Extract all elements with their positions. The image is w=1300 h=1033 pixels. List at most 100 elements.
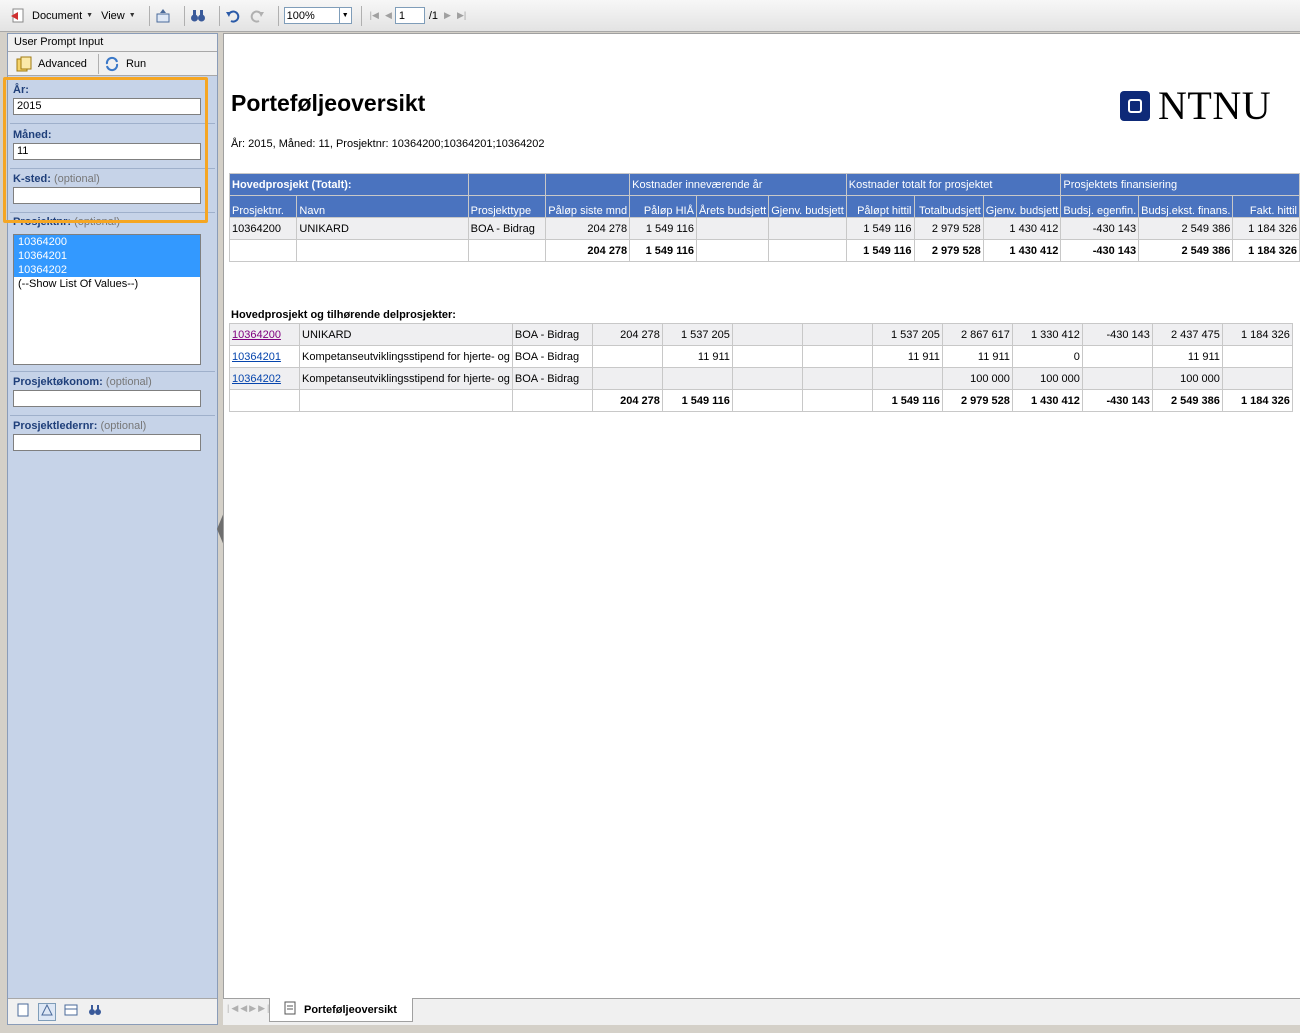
toolbar-divider (97, 53, 99, 74)
column-header: Årets budsjett (695, 195, 770, 218)
table-cell (801, 367, 873, 390)
tab-scroll-arrows[interactable]: |◀◀▶▶| (227, 1003, 271, 1014)
column-header: Navn (296, 195, 469, 218)
prompts-view-button[interactable] (38, 1002, 56, 1021)
column-header: Fakt. hittil (1232, 195, 1300, 218)
group-header-empty (467, 173, 547, 196)
group-header: Kostnader inneværende år (629, 173, 847, 196)
table-cell: 100 000 (1011, 367, 1083, 390)
page-total: /1 (428, 9, 439, 22)
column-header: Budsj. egenfin. (1060, 195, 1140, 218)
ntnu-logo-text: NTNU (1158, 83, 1272, 128)
first-page-icon[interactable]: |◀ (370, 10, 379, 21)
table-cell (229, 389, 300, 412)
total-row: 204 278 1 549 116 1 549 116 2 979 528 1 430 … (228, 239, 1300, 262)
export-button[interactable] (155, 5, 171, 27)
tab-label: Porteføljeoversikt (304, 1003, 397, 1016)
prosjektledernr-label-text: Prosjektledernr: (13, 420, 98, 432)
highlight-box (3, 77, 208, 223)
table-cell (801, 323, 873, 346)
structure-view-button[interactable] (62, 1003, 80, 1021)
page-number-input[interactable]: 1 (394, 7, 425, 24)
project-link[interactable]: 10364200 (232, 329, 281, 341)
prosjektnr-listbox[interactable]: 10364200 10364201 10364202 (--Show List … (13, 234, 201, 365)
table-cell: 1 549 116 (629, 239, 697, 262)
toolbar-divider (183, 5, 185, 26)
table-cell: 10364200 (228, 217, 298, 240)
search-view-button[interactable] (86, 1003, 104, 1021)
group-header: Prosjektets finansiering (1060, 173, 1300, 196)
project-link[interactable]: 10364202 (232, 373, 281, 385)
chevron-down-icon[interactable]: ▼ (339, 7, 352, 24)
find-button[interactable] (190, 5, 206, 27)
table-cell (695, 217, 770, 240)
binoculars-icon (88, 1003, 102, 1020)
divider (10, 371, 215, 372)
table-cell: 1 537 205 (661, 323, 733, 346)
column-header: Gjenv. budsjett (982, 195, 1062, 218)
main-toolbar: Document ▼ View ▼ 100% ▼ |◀ ◀ 1 /1 ▶ ▶| (0, 0, 1300, 32)
ntnu-logo-mark (1120, 90, 1150, 121)
table-cell: 1 549 116 (629, 217, 697, 240)
next-page-icon[interactable]: ▶ (444, 10, 451, 21)
summary-table: Hovedprosjekt (Totalt): Kostnader innevæ… (228, 173, 1300, 262)
document-icon (10, 8, 26, 24)
prompt-toolbar: Advanced Run (8, 52, 217, 76)
table-cell: 1 549 116 (845, 217, 915, 240)
prosjektokonom-label-text: Prosjektøkonom: (13, 376, 103, 388)
table-cell: -430 143 (1060, 217, 1140, 240)
table-cell: 11 911 (1151, 345, 1223, 368)
table-cell: -430 143 (1081, 389, 1153, 412)
table-cell (768, 239, 847, 262)
project-link[interactable]: 10364201 (232, 351, 281, 363)
advanced-button[interactable]: Advanced (16, 56, 87, 72)
undo-icon (225, 8, 241, 24)
table-cell (1081, 367, 1153, 390)
redo-button[interactable] (249, 5, 265, 27)
table-cell: -430 143 (1081, 323, 1153, 346)
undo-button[interactable] (225, 5, 241, 27)
list-item[interactable]: 10364200 (14, 235, 200, 249)
report-parameters: År: 2015, Måned: 11, Prosjektnr: 1036420… (231, 138, 545, 150)
document-menu[interactable]: Document ▼ (10, 5, 93, 27)
prosjektokonom-input[interactable] (13, 390, 201, 407)
prosjektokonom-field: Prosjektøkonom: (optional) (13, 376, 201, 407)
column-header: Totalbudsjett (913, 195, 984, 218)
list-item[interactable]: 10364201 (14, 249, 200, 263)
table-cell (511, 389, 593, 412)
last-page-icon[interactable]: ▶| (457, 10, 466, 21)
view-menu-label: View (101, 9, 125, 22)
table-cell: 204 278 (545, 239, 631, 262)
chevron-down-icon: ▼ (86, 12, 94, 19)
view-menu[interactable]: View ▼ (101, 5, 136, 27)
zoom-input[interactable]: 100% (283, 7, 340, 24)
table-cell: 2 549 386 (1151, 389, 1223, 412)
table-cell (296, 239, 469, 262)
prev-page-icon[interactable]: ◀ (385, 10, 392, 21)
prosjektledernr-input[interactable] (13, 434, 201, 451)
list-item[interactable]: 10364202 (14, 263, 200, 277)
table-cell (1221, 367, 1293, 390)
page-view-button[interactable] (14, 1003, 32, 1021)
report-tab-strip: |◀◀▶▶| Porteføljeoversikt (223, 998, 1300, 1025)
column-header: Prosjektnr. (228, 195, 298, 218)
report-tab-icon (284, 1001, 296, 1018)
tab-portefoljeoversikt[interactable]: Porteføljeoversikt (269, 998, 413, 1022)
table-cell: 0 (1011, 345, 1083, 368)
table-cell: BOA - Bidrag (511, 323, 593, 346)
table-cell: 11 911 (941, 345, 1013, 368)
report-canvas: Porteføljeoversikt År: 2015, Måned: 11, … (223, 33, 1300, 998)
column-header: Prosjekttype (467, 195, 547, 218)
table-cell (768, 217, 847, 240)
table-cell (731, 345, 803, 368)
prosjektledernr-label: Prosjektledernr: (optional) (13, 420, 201, 432)
toolbar-divider (218, 5, 220, 26)
zoom-select[interactable]: 100% ▼ (283, 5, 352, 27)
table-cell: BOA - Bidrag (467, 217, 547, 240)
show-list-of-values-item[interactable]: (--Show List Of Values--) (14, 277, 200, 291)
table-cell: Kompetanseutviklingsstipend for hjerte- … (299, 367, 513, 390)
group-header-empty (545, 173, 631, 196)
table-group-header-row: Hovedprosjekt (Totalt): Kostnader innevæ… (229, 173, 1300, 196)
table-cell (467, 239, 547, 262)
run-button[interactable]: Run (104, 56, 146, 72)
